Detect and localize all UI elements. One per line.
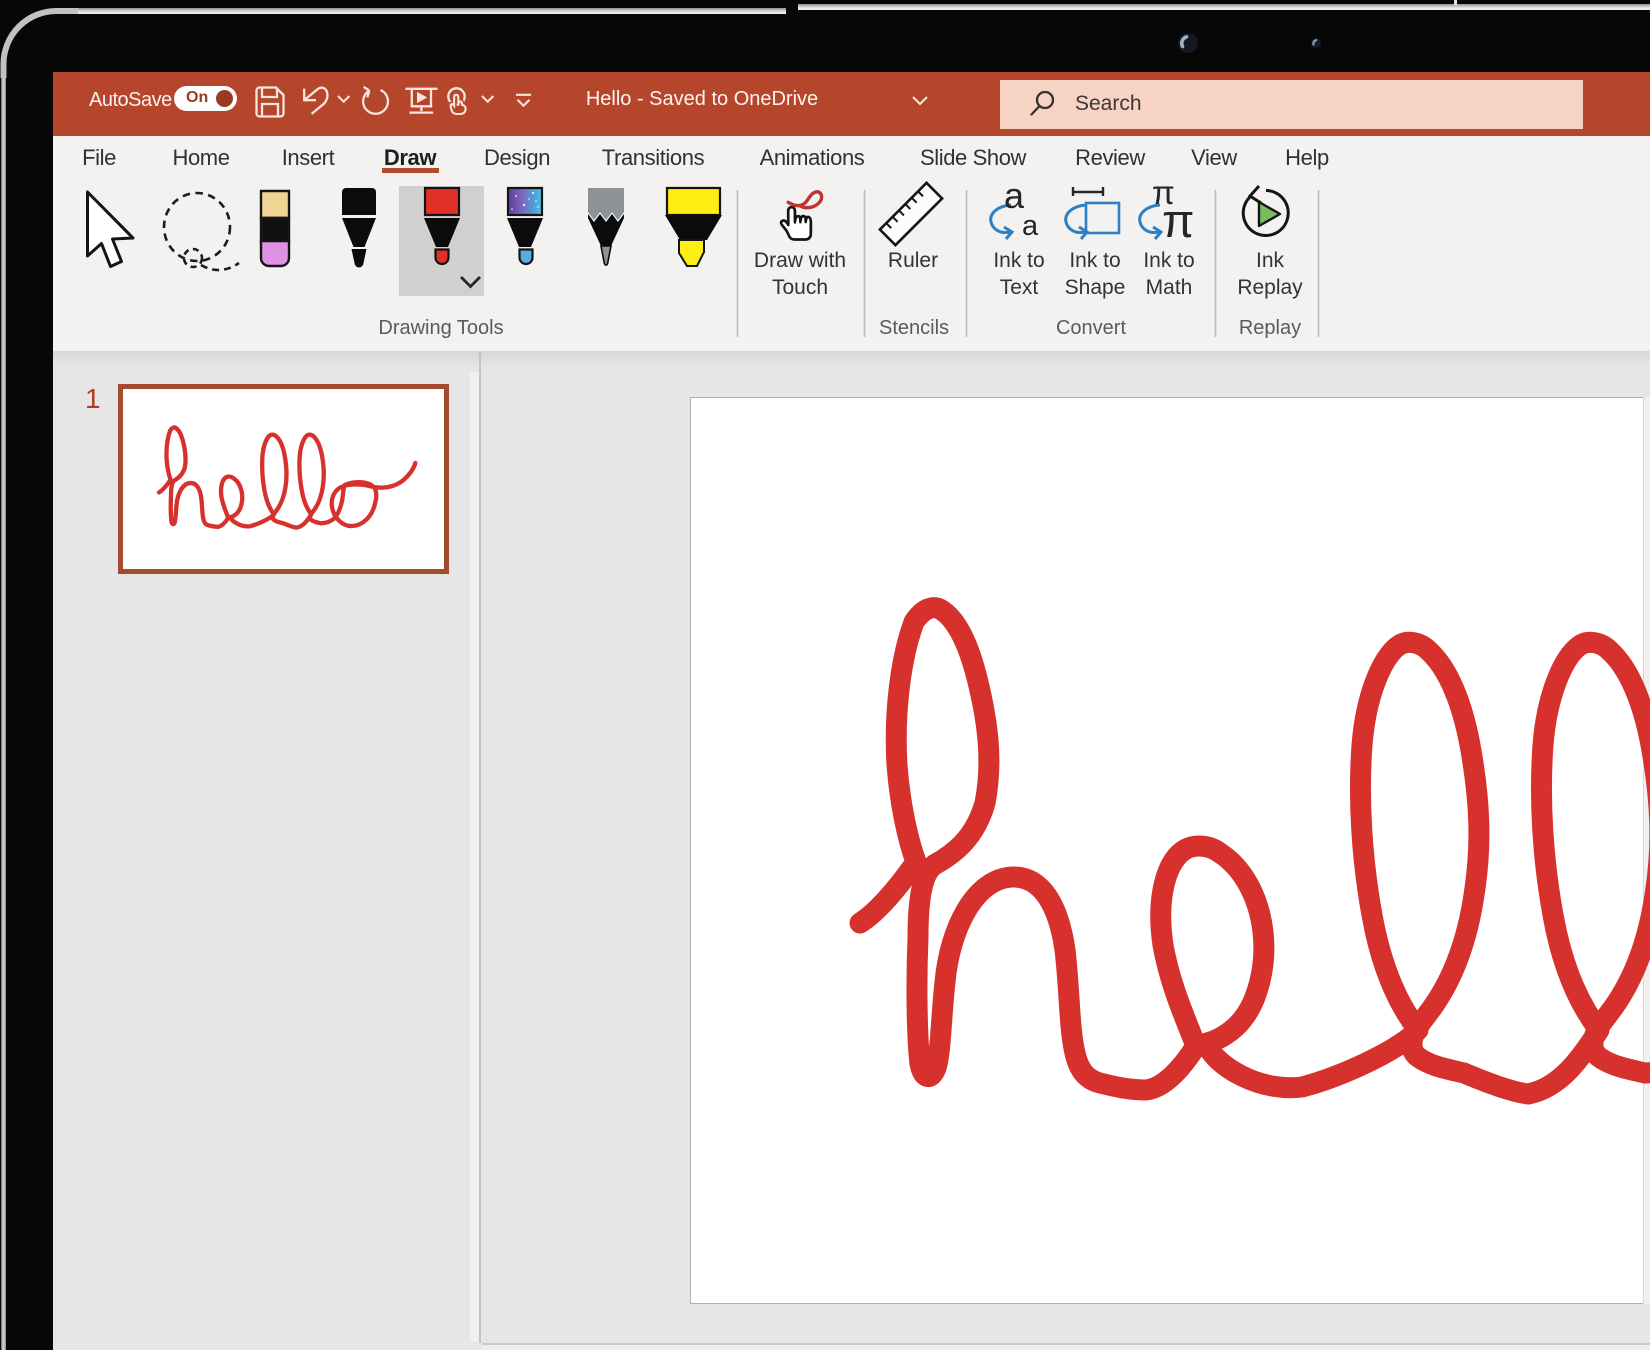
svg-text:π: π	[1162, 194, 1194, 247]
svg-text:a: a	[1022, 210, 1039, 242]
